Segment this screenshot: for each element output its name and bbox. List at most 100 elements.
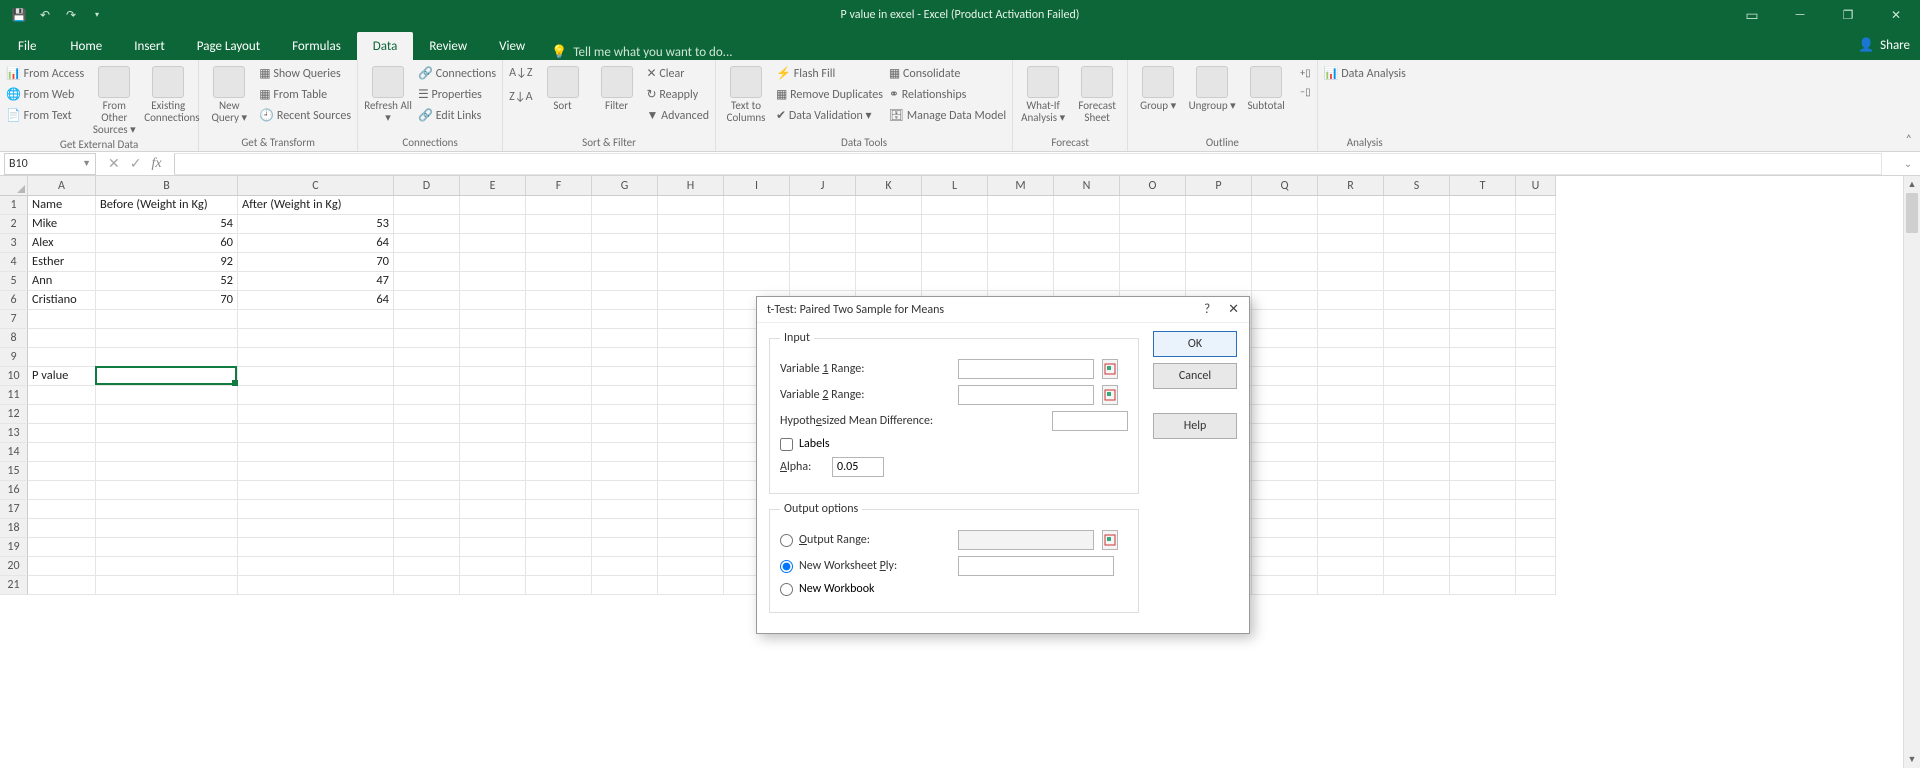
cell[interactable]: 54	[96, 215, 238, 234]
row-header[interactable]: 6	[0, 291, 28, 310]
cell[interactable]	[592, 443, 658, 462]
alpha-input[interactable]	[832, 457, 884, 477]
row-header[interactable]: 2	[0, 215, 28, 234]
cell[interactable]	[1120, 215, 1186, 234]
cell[interactable]	[592, 329, 658, 348]
cell[interactable]	[96, 424, 238, 443]
cell[interactable]	[988, 272, 1054, 291]
from-table-button[interactable]: ▦ From Table	[259, 85, 351, 104]
column-header[interactable]: I	[724, 176, 790, 196]
cell[interactable]	[1450, 519, 1516, 538]
cell[interactable]	[96, 538, 238, 557]
cell[interactable]	[1516, 538, 1556, 557]
cell[interactable]	[790, 272, 856, 291]
cell[interactable]	[394, 405, 460, 424]
new-workbook-radio[interactable]	[780, 583, 793, 596]
row-header[interactable]: 13	[0, 424, 28, 443]
save-icon[interactable]: 💾	[10, 6, 28, 24]
cell[interactable]	[1516, 462, 1556, 481]
cell[interactable]: After (Weight in Kg)	[238, 196, 394, 215]
existing-connections-button[interactable]: Existing Connections	[144, 64, 192, 124]
cell[interactable]	[1384, 519, 1450, 538]
output-range-picker-icon[interactable]	[1102, 530, 1118, 550]
cell[interactable]	[526, 234, 592, 253]
cell[interactable]	[526, 557, 592, 576]
scroll-up-icon[interactable]: ▲	[1904, 176, 1920, 193]
formula-bar[interactable]	[174, 153, 1882, 175]
remove-duplicates-button[interactable]: ▦ Remove Duplicates	[776, 85, 883, 104]
cell[interactable]	[658, 253, 724, 272]
properties-button[interactable]: ☰ Properties	[418, 85, 496, 104]
cell[interactable]	[238, 386, 394, 405]
row-header[interactable]: 12	[0, 405, 28, 424]
cell[interactable]	[790, 253, 856, 272]
row-header[interactable]: 15	[0, 462, 28, 481]
column-header[interactable]: T	[1450, 176, 1516, 196]
column-header[interactable]: K	[856, 176, 922, 196]
cell[interactable]	[658, 367, 724, 386]
cancel-formula-icon[interactable]: ✕	[108, 155, 120, 172]
new-worksheet-radio[interactable]	[780, 560, 793, 573]
tab-data[interactable]: Data	[357, 32, 414, 60]
cell[interactable]	[96, 500, 238, 519]
cell[interactable]	[1450, 462, 1516, 481]
new-worksheet-radio-label[interactable]: New Worksheet Ply:	[780, 559, 950, 573]
cell[interactable]	[460, 462, 526, 481]
clear-button[interactable]: ✕ Clear	[647, 64, 710, 83]
cell[interactable]	[592, 272, 658, 291]
qat-customize-icon[interactable]: ▾	[88, 6, 106, 24]
row-header[interactable]: 16	[0, 481, 28, 500]
cell[interactable]	[28, 348, 96, 367]
cell[interactable]	[592, 481, 658, 500]
data-validation-button[interactable]: ✔ Data Validation ▾	[776, 106, 883, 125]
cell[interactable]	[1318, 500, 1384, 519]
cell[interactable]	[1450, 424, 1516, 443]
cell[interactable]	[1516, 557, 1556, 576]
vertical-scrollbar[interactable]: ▲ ▼	[1903, 176, 1920, 768]
cell[interactable]	[28, 310, 96, 329]
tab-page-layout[interactable]: Page Layout	[181, 32, 276, 60]
cell[interactable]	[28, 386, 96, 405]
flash-fill-button[interactable]: ⚡ Flash Fill	[776, 64, 883, 83]
column-header[interactable]: A	[28, 176, 96, 196]
row-header[interactable]: 20	[0, 557, 28, 576]
cell[interactable]	[1120, 272, 1186, 291]
cell[interactable]	[988, 234, 1054, 253]
cell[interactable]	[592, 462, 658, 481]
new-workbook-radio-label[interactable]: New Workbook	[780, 582, 875, 596]
cancel-button[interactable]: Cancel	[1153, 363, 1237, 389]
cell[interactable]	[1318, 253, 1384, 272]
cell[interactable]	[1450, 234, 1516, 253]
cell[interactable]	[238, 310, 394, 329]
column-header[interactable]: N	[1054, 176, 1120, 196]
cell[interactable]	[1450, 443, 1516, 462]
column-header[interactable]: O	[1120, 176, 1186, 196]
cell[interactable]	[1252, 424, 1318, 443]
cell[interactable]	[1384, 215, 1450, 234]
row-header[interactable]: 5	[0, 272, 28, 291]
output-range-radio[interactable]	[780, 534, 793, 547]
share-button[interactable]: 👤 Share	[1858, 30, 1910, 60]
cell[interactable]	[658, 443, 724, 462]
cell[interactable]	[1252, 196, 1318, 215]
cell[interactable]	[658, 234, 724, 253]
cell[interactable]	[1252, 462, 1318, 481]
column-header[interactable]: R	[1318, 176, 1384, 196]
tab-review[interactable]: Review	[413, 32, 483, 60]
cell[interactable]	[394, 443, 460, 462]
cell[interactable]	[1318, 196, 1384, 215]
cell[interactable]	[592, 500, 658, 519]
cell[interactable]	[790, 196, 856, 215]
cell[interactable]	[658, 329, 724, 348]
cell[interactable]	[658, 481, 724, 500]
cell[interactable]	[856, 215, 922, 234]
cell[interactable]	[1450, 215, 1516, 234]
cell[interactable]	[96, 386, 238, 405]
cell[interactable]	[394, 424, 460, 443]
tab-formulas[interactable]: Formulas	[276, 32, 357, 60]
cell[interactable]	[1252, 443, 1318, 462]
cell[interactable]	[96, 405, 238, 424]
cell[interactable]	[28, 576, 96, 595]
cell[interactable]	[394, 367, 460, 386]
cell[interactable]	[526, 481, 592, 500]
